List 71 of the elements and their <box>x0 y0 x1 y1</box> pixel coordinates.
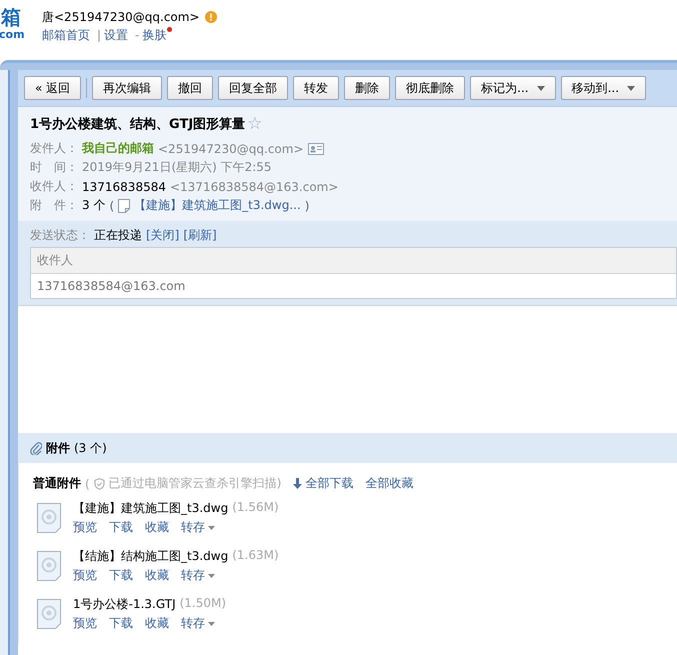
status-link[interactable]: [关闭] <box>146 226 180 244</box>
recipient-address: <13716838584@163.com> <box>170 180 338 194</box>
status-value: 正在投递 <box>94 226 142 244</box>
nav-link[interactable]: 邮箱首页 <box>42 26 94 44</box>
scan-note: 已通过电脑管家云查杀引擎扫描) <box>108 475 282 492</box>
parenthesis: ) <box>304 198 310 212</box>
file-size: (1.63M) <box>232 548 279 564</box>
file-icon <box>37 503 61 533</box>
field-label: 时 间： <box>30 159 78 176</box>
status-link[interactable]: [刷新] <box>183 226 217 244</box>
file-size: (1.50M) <box>180 596 226 612</box>
shield-icon <box>94 478 105 490</box>
group-action-link[interactable]: 全部收藏 <box>365 475 414 492</box>
download-arrow-icon <box>293 478 302 489</box>
status-label: 发送状态： <box>30 226 90 244</box>
table-cell-text: 13716838584@163.com <box>36 278 186 295</box>
contact-card-icon <box>308 142 324 154</box>
attachment-group-title: 普通附件 <box>33 475 81 492</box>
toolbar-button[interactable]: 回复全部 <box>218 76 288 100</box>
logo-text: 箱 <box>1 6 22 28</box>
file-action-link[interactable]: 收藏 <box>145 567 169 584</box>
column-header: 收件人 <box>31 248 676 274</box>
toolbar-button[interactable]: 撤回 <box>167 76 214 100</box>
attachments-title: 附件 <box>46 440 70 456</box>
parenthesis: ( <box>109 198 114 212</box>
file-name: 【建施】建筑施工图_t3.dwg <box>73 500 228 517</box>
file-action-link[interactable]: 收藏 <box>145 615 169 632</box>
paperclip-icon <box>30 441 42 455</box>
separator: | <box>97 28 102 42</box>
file-action-link[interactable]: 下载 <box>109 567 133 584</box>
file-icon <box>118 198 130 212</box>
toolbar-button[interactable]: 再次编辑 <box>92 76 162 100</box>
toolbar-button[interactable]: 转发 <box>293 76 340 100</box>
toolbar-button[interactable]: « 返回 <box>24 76 82 100</box>
file-action-link[interactable]: 收藏 <box>145 519 169 536</box>
file-action-link[interactable]: 预览 <box>73 615 97 632</box>
attachment-count: 3 个 <box>82 197 106 214</box>
toolbar-button[interactable]: 删除 <box>344 76 390 100</box>
sender-name: 我自己的邮箱 <box>82 140 154 157</box>
dropdown-button[interactable]: 移动到... <box>560 76 646 100</box>
file-action-link[interactable]: 转存 <box>181 519 215 536</box>
caret-icon <box>627 86 636 90</box>
recipient-name: 13716838584 <box>82 180 166 194</box>
file-name: 【结施】结构施工图_t3.dwg <box>73 548 228 565</box>
caret-icon <box>536 86 545 90</box>
file-action-link[interactable]: 下载 <box>109 519 133 536</box>
field-label: 发件人： <box>30 140 78 157</box>
field-value: 2019年9月21日(星期六) 下午2:55 <box>82 159 272 176</box>
file-action-link[interactable]: 预览 <box>73 519 97 536</box>
file-action-link[interactable]: 预览 <box>73 567 97 584</box>
attachments-count: (3 个) <box>74 440 107 456</box>
file-action-link[interactable]: 下载 <box>109 615 133 632</box>
file-action-link[interactable]: 转存 <box>181 615 215 632</box>
file-name: 1号办公楼-1.3.GTJ <box>73 596 176 613</box>
file-icon <box>37 551 61 581</box>
separator: - <box>135 28 140 42</box>
toolbar-button[interactable]: 彻底删除 <box>395 76 466 100</box>
parenthesis: ( <box>85 476 90 490</box>
account-name: 唐<251947230@qq.com> <box>42 8 200 26</box>
dropdown-button[interactable]: 标记为... <box>470 76 556 100</box>
file-size: (1.56M) <box>232 500 279 516</box>
group-action-link[interactable]: 全部下载 <box>293 475 354 492</box>
message-subject: 1号办公楼建筑、结构、GTJ图形算量 <box>30 116 246 133</box>
attachment-link[interactable]: 【建施】建筑施工图_t3.dwg... <box>134 197 301 214</box>
field-label: 收件人： <box>30 178 78 195</box>
file-icon <box>37 599 61 629</box>
sender-address: <251947230@qq.com> <box>158 142 304 156</box>
nav-link[interactable]: 换肤 <box>142 26 170 44</box>
file-action-link[interactable]: 转存 <box>181 567 215 584</box>
nav-link[interactable]: 设置 <box>104 26 132 44</box>
field-label: 附 件： <box>30 197 78 214</box>
